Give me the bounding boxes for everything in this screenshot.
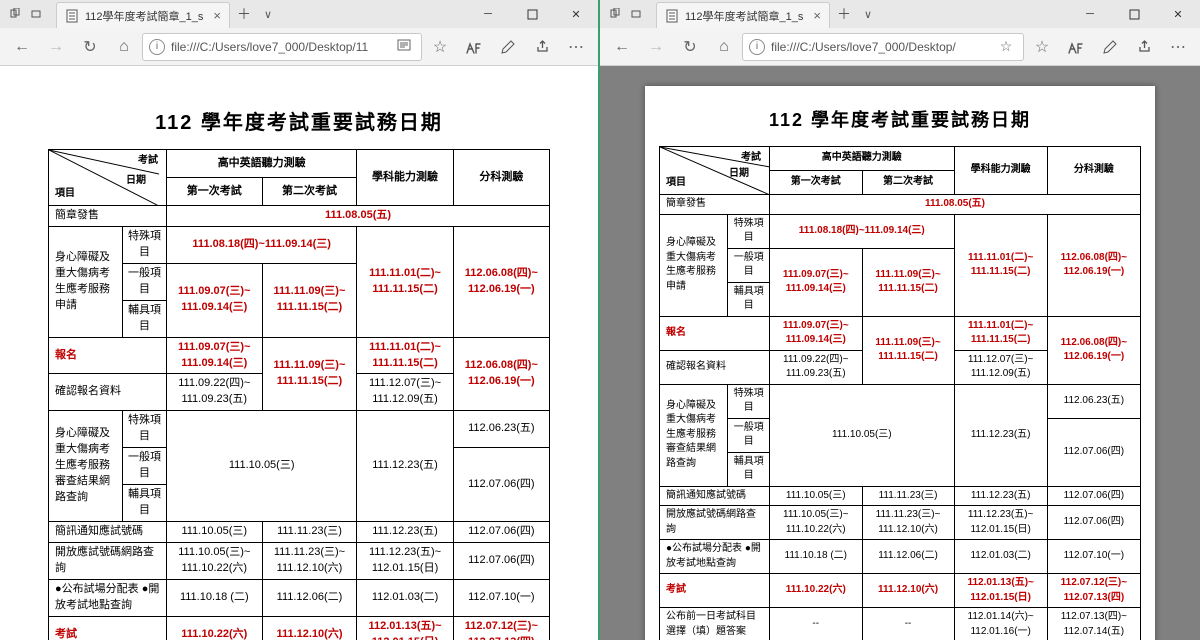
browser-tab[interactable]: 112學年度考試簡章_1_s × <box>656 2 830 28</box>
hub-button[interactable] <box>458 31 490 63</box>
close-tab-icon[interactable]: × <box>813 8 821 23</box>
sys-icon-2[interactable] <box>26 4 48 24</box>
url-text: file:///C:/Users/love7_000/Desktop/ <box>771 40 995 54</box>
tabs-chevron-icon[interactable]: ∨ <box>856 8 880 21</box>
refresh-button[interactable]: ↻ <box>674 31 706 63</box>
window-close-button[interactable]: ✕ <box>554 0 598 28</box>
reader-icon[interactable] <box>393 38 415 55</box>
schedule-table: 考試 日期 項目 高中英語聽力測驗 學科能力測驗 分科測驗 第一次考試 第二次考… <box>659 146 1141 640</box>
back-button[interactable]: ← <box>606 31 638 63</box>
share-button[interactable] <box>526 31 558 63</box>
notes-button[interactable] <box>1094 31 1126 63</box>
pdf-icon <box>65 9 79 23</box>
sys-icon-2[interactable] <box>626 4 648 24</box>
diag-header: 考試 日期 項目 <box>660 147 770 195</box>
new-tab-button[interactable]: ＋ <box>232 4 256 24</box>
window-maximize-button[interactable] <box>510 0 554 28</box>
sys-icon-1[interactable] <box>4 4 26 24</box>
pdf-viewer-right[interactable]: 112 學年度考試重要試務日期 考試 日期 項目 高中英語聽力測驗 學科能力測驗… <box>600 66 1200 640</box>
doc-title: 112 學年度考試重要試務日期 <box>48 106 550 135</box>
titlebar-right: 112學年度考試簡章_1_s × ＋ ∨ ─ ✕ <box>600 0 1200 28</box>
tabs-chevron-icon[interactable]: ∨ <box>256 8 280 21</box>
toolbar-left: ← → ↻ ⌂ i file:///C:/Users/love7_000/Des… <box>0 28 598 66</box>
schedule-table: 考試 日期 項目 高中英語聽力測驗 學科能力測驗 分科測驗 第一次考試 第二次考… <box>48 149 550 640</box>
address-bar[interactable]: i file:///C:/Users/love7_000/Desktop/ ☆ <box>742 33 1024 61</box>
notes-button[interactable] <box>492 31 524 63</box>
left-pane: 112學年度考試簡章_1_s × ＋ ∨ ─ ✕ ← → ↻ ⌂ i file:… <box>0 0 600 640</box>
new-tab-button[interactable]: ＋ <box>832 4 856 24</box>
window-maximize-button[interactable] <box>1112 0 1156 28</box>
url-text: file:///C:/Users/love7_000/Desktop/11 <box>171 40 393 54</box>
favorite-button[interactable]: ☆ <box>424 31 456 63</box>
tab-title: 112學年度考試簡章_1_s <box>685 8 803 24</box>
forward-button[interactable]: → <box>640 31 672 63</box>
right-pane: 112學年度考試簡章_1_s × ＋ ∨ ─ ✕ ← → ↻ ⌂ i file:… <box>600 0 1200 640</box>
home-button[interactable]: ⌂ <box>708 31 740 63</box>
forward-button[interactable]: → <box>40 31 72 63</box>
toolbar-right: ← → ↻ ⌂ i file:///C:/Users/love7_000/Des… <box>600 28 1200 66</box>
pdf-page: 112 學年度考試重要試務日期 考試 日期 項目 高中英語聽力測驗 學科能力測驗… <box>34 86 564 640</box>
doc-title: 112 學年度考試重要試務日期 <box>659 106 1141 132</box>
pdf-icon <box>665 9 679 23</box>
favorite-star-icon[interactable]: ☆ <box>995 38 1017 55</box>
browser-tab[interactable]: 112學年度考試簡章_1_s × <box>56 2 230 28</box>
more-button[interactable]: ⋯ <box>560 31 592 63</box>
pdf-viewer-left[interactable]: 112 學年度考試重要試務日期 考試 日期 項目 高中英語聽力測驗 學科能力測驗… <box>0 66 598 640</box>
site-info-icon[interactable]: i <box>149 39 165 55</box>
favorite-button[interactable]: ☆ <box>1026 31 1058 63</box>
share-button[interactable] <box>1128 31 1160 63</box>
more-button[interactable]: ⋯ <box>1162 31 1194 63</box>
address-bar[interactable]: i file:///C:/Users/love7_000/Desktop/11 <box>142 33 422 61</box>
window-minimize-button[interactable]: ─ <box>1068 0 1112 28</box>
site-info-icon[interactable]: i <box>749 39 765 55</box>
sys-icon-1[interactable] <box>604 4 626 24</box>
window-close-button[interactable]: ✕ <box>1156 0 1200 28</box>
diag-header: 考試 日期 項目 <box>49 150 167 206</box>
pdf-page: 112 學年度考試重要試務日期 考試 日期 項目 高中英語聽力測驗 學科能力測驗… <box>645 86 1155 640</box>
hub-button[interactable] <box>1060 31 1092 63</box>
back-button[interactable]: ← <box>6 31 38 63</box>
home-button[interactable]: ⌂ <box>108 31 140 63</box>
close-tab-icon[interactable]: × <box>213 8 221 23</box>
tab-title: 112學年度考試簡章_1_s <box>85 8 203 24</box>
titlebar-left: 112學年度考試簡章_1_s × ＋ ∨ ─ ✕ <box>0 0 598 28</box>
window-minimize-button[interactable]: ─ <box>466 0 510 28</box>
refresh-button[interactable]: ↻ <box>74 31 106 63</box>
